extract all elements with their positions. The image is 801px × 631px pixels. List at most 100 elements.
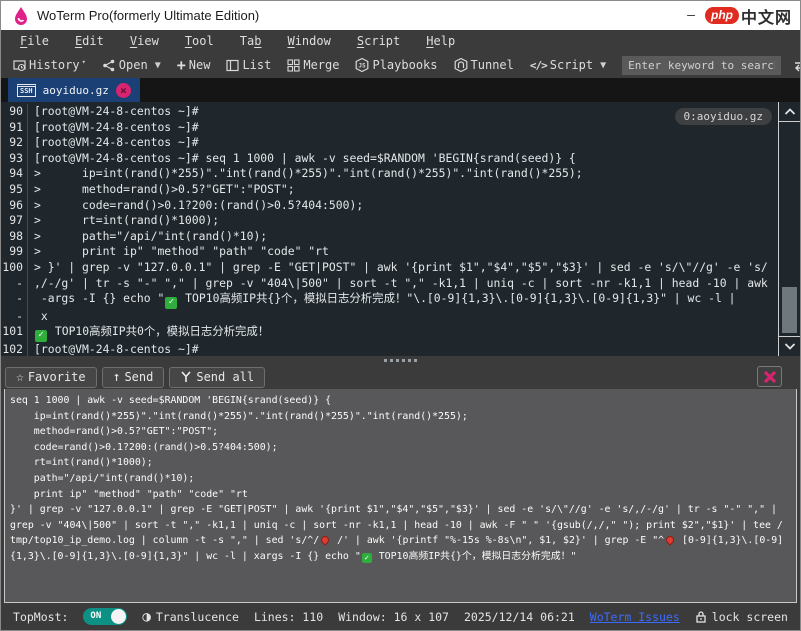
woterm-issues-link[interactable]: WoTerm Issues — [590, 610, 680, 624]
menu-tool[interactable]: Tool — [172, 32, 227, 50]
svg-text:JS: JS — [359, 63, 367, 70]
open-button[interactable]: Open ▼ — [96, 56, 167, 74]
check-emoji-icon: ✓ — [165, 297, 177, 309]
script-caret-icon[interactable]: ▼ — [600, 60, 606, 71]
editor-line: print ip" "method" "path" "code" "rt — [10, 487, 796, 503]
scroll-down-button[interactable] — [779, 336, 800, 356]
merge-icon — [287, 59, 300, 72]
history-icon — [13, 59, 26, 72]
toggle-on-label: ON — [90, 611, 101, 621]
datetime-status: 2025/12/14 06:21 — [464, 610, 575, 624]
tabbar: SSH aoyiduo.gz × — [1, 78, 800, 102]
translucence-icon: ◑ — [142, 609, 150, 625]
menu-window[interactable]: Window — [274, 32, 343, 50]
command-editor[interactable]: seq 1 1000 | awk -v seed=$RANDOM 'BEGIN{… — [4, 389, 797, 603]
php-logo-icon: php — [705, 7, 739, 24]
splitter-handle[interactable] — [1, 356, 800, 365]
terminal-scrollbar[interactable] — [778, 102, 800, 356]
playbooks-button[interactable]: JS Playbooks — [349, 56, 443, 74]
tunnel-button[interactable]: Tunnel — [448, 56, 520, 74]
scroll-up-button[interactable] — [779, 102, 800, 122]
panel-close-button[interactable] — [757, 366, 782, 387]
window-title: WoTerm Pro(formerly Ultimate Edition) — [37, 8, 259, 23]
send-all-label: Send all — [196, 370, 254, 384]
terminal-row: -,/-/g' | tr -s "-" "," | grep -v "404\|… — [1, 276, 776, 292]
editor-line: tmp/top10_ip_demo.log | column -t -s ","… — [10, 533, 796, 549]
panel-header: ☆ Favorite ↑ Send Send all — [1, 365, 800, 389]
terminal-row: 96> code=rand()>0.1?200:(rand()>0.5?404:… — [1, 198, 776, 214]
check-emoji-icon: ✓ — [362, 553, 372, 563]
menu-tab[interactable]: Tab — [227, 32, 275, 50]
menu-script[interactable]: Script — [344, 32, 413, 50]
send-all-branch-icon — [180, 371, 192, 383]
swap-icon[interactable] — [793, 59, 801, 72]
topmost-label: TopMost: — [13, 610, 68, 624]
new-button[interactable]: + New — [171, 54, 217, 76]
minimize-button[interactable]: — — [677, 8, 705, 23]
send-button[interactable]: ↑ Send — [102, 367, 165, 388]
search-input[interactable] — [622, 56, 781, 75]
toggle-knob — [111, 609, 126, 624]
scrollbar-thumb[interactable] — [782, 287, 797, 333]
tab-close-button[interactable]: × — [116, 83, 131, 98]
toolbar: History ▾ Open ▼ + New List — [1, 52, 800, 78]
terminal-row: - x — [1, 309, 776, 325]
editor-line: }' | grep -v "127.0.0.1" | grep -E "GET|… — [10, 502, 796, 518]
terminal-row: 101✓ TOP10高频IP共0个，模拟日志分析完成！ — [1, 324, 776, 342]
send-all-button[interactable]: Send all — [169, 367, 265, 388]
window-size-status: Window: 16 x 107 — [338, 610, 449, 624]
editor-line: rt=int(rand()*1000); — [10, 455, 796, 471]
merge-label: Merge — [303, 58, 339, 72]
script-label: Script — [550, 58, 593, 72]
open-share-icon — [102, 59, 116, 72]
menu-edit[interactable]: Edit — [62, 32, 117, 50]
history-caret-icon: ▾ — [82, 58, 86, 66]
app-logo-icon — [11, 6, 31, 26]
terminal-row: 91[root@VM-24-8-centos ~]# — [1, 120, 776, 136]
app-window: WoTerm Pro(formerly Ultimate Edition) — … — [0, 0, 801, 631]
panel-lines: seq 1 1000 | awk -v seed=$RANDOM 'BEGIN{… — [5, 389, 796, 565]
check-emoji-icon: ✓ — [35, 330, 47, 342]
statusbar: TopMost: ON ◑ Translucence Lines: 110 Wi… — [1, 603, 800, 630]
toolbar-right-icons: + — [793, 56, 801, 74]
php-cn-brand: php 中文网 — [705, 4, 792, 28]
tunnel-icon — [454, 58, 468, 72]
topmost-toggle[interactable]: ON — [83, 608, 127, 625]
tunnel-label: Tunnel — [471, 58, 514, 72]
playbooks-js-icon: JS — [355, 58, 369, 72]
new-plus-icon: + — [177, 56, 186, 74]
menu-help[interactable]: Help — [413, 32, 468, 50]
editor-line: code=rand()>0.1?200:(rand()>0.5?404:500)… — [10, 440, 796, 456]
brand-cn-text: 中文网 — [741, 4, 792, 28]
editor-line: method=rand()>0.5?"GET":"POST"; — [10, 424, 796, 440]
script-button[interactable]: </> Script ▼ — [524, 56, 612, 74]
star-icon: ☆ — [16, 371, 24, 384]
terminal-row: - -args -I {} echo "✓ TOP10高频IP共{}个，模拟日志… — [1, 291, 776, 309]
list-icon — [226, 59, 239, 72]
list-label: List — [242, 58, 271, 72]
menu-file[interactable]: File — [7, 32, 62, 50]
history-button[interactable]: History ▾ — [7, 56, 92, 74]
terminal-row: 92[root@VM-24-8-centos ~]# — [1, 135, 776, 151]
playbooks-label: Playbooks — [372, 58, 437, 72]
lock-screen-button[interactable]: lock screen — [695, 610, 788, 624]
tab-label: aoyiduo.gz — [43, 84, 109, 97]
list-button[interactable]: List — [220, 56, 277, 74]
editor-line: grep -v "404\|500" | sort -t "," -k1,1 |… — [10, 518, 796, 534]
terminal-row: 97> rt=int(rand()*1000); — [1, 213, 776, 229]
tab-aoyiduo[interactable]: SSH aoyiduo.gz × — [8, 78, 140, 102]
open-caret-icon[interactable]: ▼ — [155, 60, 161, 71]
terminal-row: 99> print ip" "method" "path" "code" "rt — [1, 244, 776, 260]
menu-view[interactable]: View — [117, 32, 172, 50]
close-x-icon — [763, 371, 777, 383]
menubar: FileEditViewToolTabWindowScriptHelp — [1, 30, 800, 52]
merge-button[interactable]: Merge — [281, 56, 345, 74]
history-label: History — [29, 58, 80, 72]
translucence-control[interactable]: ◑ Translucence — [142, 609, 239, 625]
terminal[interactable]: 90[root@VM-24-8-centos ~]#91[root@VM-24-… — [1, 102, 800, 356]
session-overlay-badge: 0:aoyiduo.gz — [675, 108, 772, 125]
favorite-button[interactable]: ☆ Favorite — [5, 367, 97, 388]
ssh-badge-icon: SSH — [17, 84, 36, 97]
terminal-row: 95> method=rand()>0.5?"GET":"POST"; — [1, 182, 776, 198]
terminal-row: 90[root@VM-24-8-centos ~]# — [1, 104, 776, 120]
